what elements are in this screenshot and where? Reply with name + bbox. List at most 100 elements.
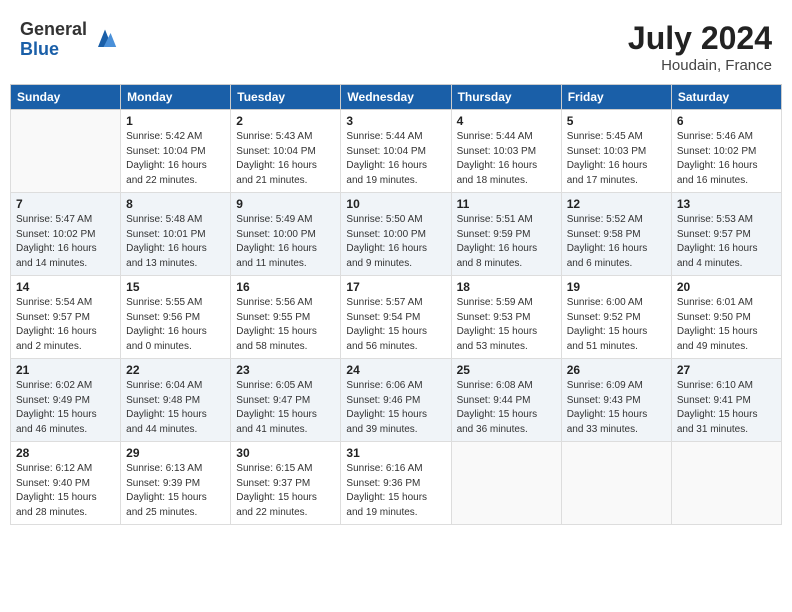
day-number: 14 [16,280,115,294]
day-number: 7 [16,197,115,211]
calendar-day-cell: 17 Sunrise: 5:57 AMSunset: 9:54 PMDayligh… [341,276,451,359]
calendar-day-cell: 6 Sunrise: 5:46 AMSunset: 10:02 PMDayligh… [671,110,781,193]
calendar-day-cell [561,442,671,525]
day-info: Sunrise: 6:10 AMSunset: 9:41 PMDaylight:… [677,379,776,437]
day-info: Sunrise: 5:55 AMSunset: 9:56 PMDaylight:… [126,296,225,354]
day-number: 28 [16,446,115,460]
calendar-day-cell: 7 Sunrise: 5:47 AMSunset: 10:02 PMDayligh… [11,193,121,276]
page-header: General Blue July 2024 Houdain, France [10,10,782,79]
calendar-day-cell [671,442,781,525]
day-info: Sunrise: 5:52 AMSunset: 9:58 PMDaylight:… [567,213,666,271]
calendar-day-cell: 20 Sunrise: 6:01 AMSunset: 9:50 PMDayligh… [671,276,781,359]
day-info: Sunrise: 6:04 AMSunset: 9:48 PMDaylight:… [126,379,225,437]
day-number: 18 [457,280,556,294]
day-info: Sunrise: 6:00 AMSunset: 9:52 PMDaylight:… [567,296,666,354]
day-info: Sunrise: 6:08 AMSunset: 9:44 PMDaylight:… [457,379,556,437]
day-info: Sunrise: 5:54 AMSunset: 9:57 PMDaylight:… [16,296,115,354]
calendar-day-cell: 27Sunrise: 6:10 AMSunset: 9:41 PMDayligh… [671,359,781,442]
day-number: 25 [457,363,556,377]
calendar-day-cell: 30 Sunrise: 6:15 AMSunset: 9:37 PMDayligh… [231,442,341,525]
calendar-day-cell: 16Sunrise: 5:56 AMSunset: 9:55 PMDayligh… [231,276,341,359]
day-number: 5 [567,114,666,128]
day-info: Sunrise: 6:16 AMSunset: 9:36 PMDaylight:… [346,462,445,520]
day-info: Sunrise: 5:49 AMSunset: 10:00 PMDaylight… [236,213,335,271]
calendar-day-cell: 2 Sunrise: 5:43 AMSunset: 10:04 PMDayligh… [231,110,341,193]
calendar-day-cell: 18 Sunrise: 5:59 AMSunset: 9:53 PMDayligh… [451,276,561,359]
day-info: Sunrise: 6:01 AMSunset: 9:50 PMDaylight:… [677,296,776,354]
calendar-day-cell: 22 Sunrise: 6:04 AMSunset: 9:48 PMDayligh… [121,359,231,442]
day-number: 31 [346,446,445,460]
calendar-day-cell: 5 Sunrise: 5:45 AMSunset: 10:03 PMDayligh… [561,110,671,193]
calendar-day-cell: 10 Sunrise: 5:50 AMSunset: 10:00 PMDaylig… [341,193,451,276]
day-info: Sunrise: 5:44 AMSunset: 10:03 PMDaylight… [457,130,556,188]
day-info: Sunrise: 5:57 AMSunset: 9:54 PMDaylight:… [346,296,445,354]
weekday-header-monday: Monday [121,85,231,110]
weekday-header-wednesday: Wednesday [341,85,451,110]
calendar-day-cell: 3Sunrise: 5:44 AMSunset: 10:04 PMDayligh… [341,110,451,193]
calendar-day-cell: 24Sunrise: 6:06 AMSunset: 9:46 PMDayligh… [341,359,451,442]
calendar-day-cell: 26 Sunrise: 6:09 AMSunset: 9:43 PMDayligh… [561,359,671,442]
day-number: 11 [457,197,556,211]
day-number: 6 [677,114,776,128]
day-info: Sunrise: 6:09 AMSunset: 9:43 PMDaylight:… [567,379,666,437]
day-info: Sunrise: 5:42 AMSunset: 10:04 PMDaylight… [126,130,225,188]
day-number: 17 [346,280,445,294]
calendar-day-cell [451,442,561,525]
day-info: Sunrise: 6:02 AMSunset: 9:49 PMDaylight:… [16,379,115,437]
logo: General Blue [20,20,119,60]
day-number: 10 [346,197,445,211]
calendar-week-row: 1 Sunrise: 5:42 AMSunset: 10:04 PMDayligh… [11,110,782,193]
calendar-day-cell [11,110,121,193]
logo-icon [91,26,119,54]
day-info: Sunrise: 6:05 AMSunset: 9:47 PMDaylight:… [236,379,335,437]
day-number: 19 [567,280,666,294]
day-number: 26 [567,363,666,377]
day-number: 30 [236,446,335,460]
logo-general: General [20,20,87,40]
day-number: 12 [567,197,666,211]
weekday-header-sunday: Sunday [11,85,121,110]
day-info: Sunrise: 5:50 AMSunset: 10:00 PMDaylight… [346,213,445,271]
day-info: Sunrise: 5:56 AMSunset: 9:55 PMDaylight:… [236,296,335,354]
day-info: Sunrise: 5:46 AMSunset: 10:02 PMDaylight… [677,130,776,188]
day-number: 8 [126,197,225,211]
day-info: Sunrise: 6:12 AMSunset: 9:40 PMDaylight:… [16,462,115,520]
calendar-day-cell: 15Sunrise: 5:55 AMSunset: 9:56 PMDayligh… [121,276,231,359]
logo-blue: Blue [20,40,87,60]
day-number: 24 [346,363,445,377]
calendar-day-cell: 31 Sunrise: 6:16 AMSunset: 9:36 PMDayligh… [341,442,451,525]
day-info: Sunrise: 5:53 AMSunset: 9:57 PMDaylight:… [677,213,776,271]
calendar-day-cell: 8Sunrise: 5:48 AMSunset: 10:01 PMDayligh… [121,193,231,276]
day-info: Sunrise: 6:15 AMSunset: 9:37 PMDaylight:… [236,462,335,520]
calendar-day-cell: 12 Sunrise: 5:52 AMSunset: 9:58 PMDayligh… [561,193,671,276]
calendar-week-row: 21Sunrise: 6:02 AMSunset: 9:49 PMDayligh… [11,359,782,442]
day-info: Sunrise: 5:51 AMSunset: 9:59 PMDaylight:… [457,213,556,271]
day-info: Sunrise: 5:59 AMSunset: 9:53 PMDaylight:… [457,296,556,354]
weekday-header-tuesday: Tuesday [231,85,341,110]
weekday-header-row: SundayMondayTuesdayWednesdayThursdayFrid… [11,85,782,110]
title-block: July 2024 Houdain, France [628,20,772,74]
day-info: Sunrise: 5:47 AMSunset: 10:02 PMDaylight… [16,213,115,271]
day-number: 20 [677,280,776,294]
day-number: 4 [457,114,556,128]
day-info: Sunrise: 5:45 AMSunset: 10:03 PMDaylight… [567,130,666,188]
month-year: July 2024 [628,20,772,57]
calendar-day-cell: 11 Sunrise: 5:51 AMSunset: 9:59 PMDayligh… [451,193,561,276]
day-number: 29 [126,446,225,460]
weekday-header-thursday: Thursday [451,85,561,110]
day-number: 1 [126,114,225,128]
day-number: 23 [236,363,335,377]
calendar-day-cell: 4 Sunrise: 5:44 AMSunset: 10:03 PMDayligh… [451,110,561,193]
calendar-day-cell: 29 Sunrise: 6:13 AMSunset: 9:39 PMDayligh… [121,442,231,525]
day-info: Sunrise: 5:43 AMSunset: 10:04 PMDaylight… [236,130,335,188]
calendar-day-cell: 19 Sunrise: 6:00 AMSunset: 9:52 PMDayligh… [561,276,671,359]
day-info: Sunrise: 6:13 AMSunset: 9:39 PMDaylight:… [126,462,225,520]
weekday-header-saturday: Saturday [671,85,781,110]
day-number: 22 [126,363,225,377]
calendar-day-cell: 28 Sunrise: 6:12 AMSunset: 9:40 PMDayligh… [11,442,121,525]
calendar-day-cell: 21Sunrise: 6:02 AMSunset: 9:49 PMDayligh… [11,359,121,442]
day-number: 9 [236,197,335,211]
calendar-table: SundayMondayTuesdayWednesdayThursdayFrid… [10,84,782,525]
day-number: 2 [236,114,335,128]
calendar-day-cell: 9 Sunrise: 5:49 AMSunset: 10:00 PMDayligh… [231,193,341,276]
